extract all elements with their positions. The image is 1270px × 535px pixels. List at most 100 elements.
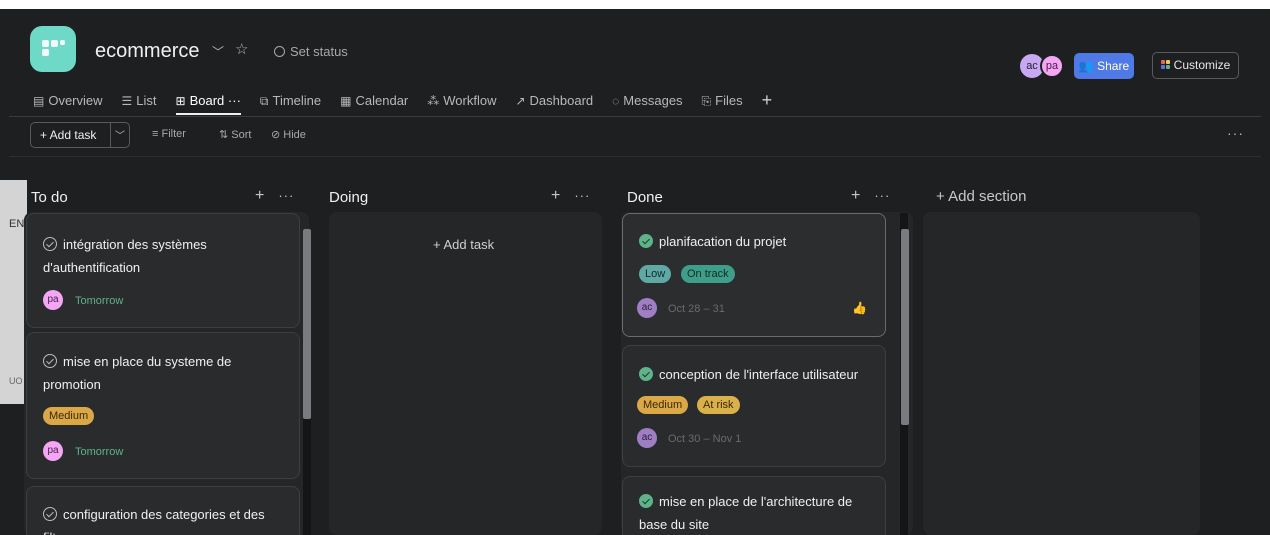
customize-button[interactable]: Customize <box>1152 52 1239 79</box>
filter-icon: ≡ <box>152 128 159 140</box>
due-date: Tomorrow <box>75 446 124 458</box>
sort-button[interactable]: ⇅ Sort <box>219 128 251 141</box>
sort-label: Sort <box>231 129 252 141</box>
check-circle-icon[interactable] <box>639 494 653 508</box>
column-more-icon[interactable]: ··· <box>874 188 890 203</box>
project-logo-icon[interactable] <box>30 26 76 72</box>
check-circle-icon[interactable] <box>43 237 57 251</box>
priority-tag[interactable]: Medium <box>43 407 95 425</box>
tab-label: Timeline <box>272 93 322 108</box>
task-title: mise en place du systeme de promotion <box>43 350 283 396</box>
task-card[interactable]: intégration des systèmes d'authentificat… <box>26 213 300 328</box>
tab-overview[interactable]: ▤ Overview <box>33 93 103 115</box>
task-title: conception de l'interface utilisateur <box>639 363 879 386</box>
app-window: ecommerce ﹀ ☆ Set status ac pa 👥 Share C… <box>0 9 1261 535</box>
scrollbar-done[interactable] <box>901 229 909 425</box>
tab-label: List <box>136 93 157 108</box>
task-title-text: mise en place de l'architecture de base … <box>639 494 853 532</box>
task-title-text: conception de l'interface utilisateur <box>659 367 859 382</box>
dashboard-icon: ↗ <box>515 94 526 108</box>
column-more-icon[interactable]: ··· <box>278 188 294 203</box>
due-date: Oct 30 – Nov 1 <box>668 433 742 445</box>
task-card[interactable]: planifacation du projet Low On track ac … <box>622 213 886 337</box>
add-task-plus-icon[interactable]: + <box>851 187 860 204</box>
priority-tag[interactable]: Medium <box>637 396 689 414</box>
task-title: mise en place de l'architecture de base … <box>639 490 879 535</box>
top-strip <box>0 0 1270 9</box>
hide-button[interactable]: ⊘ Hide <box>271 128 306 141</box>
check-circle-icon[interactable] <box>43 507 57 521</box>
tab-workflow[interactable]: ⁂ Workflow <box>427 93 496 115</box>
task-card[interactable]: mise en place de l'architecture de base … <box>622 476 886 535</box>
set-status-button[interactable]: Set status <box>274 44 348 59</box>
left-edge-strip: EN UO <box>0 180 27 404</box>
tab-messages[interactable]: ◌ Messages <box>612 93 682 115</box>
status-tag[interactable]: At risk <box>697 396 740 414</box>
due-date: Tomorrow <box>75 295 124 307</box>
set-status-label: Set status <box>290 44 348 59</box>
avatar[interactable]: pa <box>1040 54 1064 78</box>
project-title[interactable]: ecommerce <box>95 40 199 63</box>
task-card[interactable]: conception de l'interface utilisateur Me… <box>622 345 886 467</box>
tab-list[interactable]: ☰ List <box>122 93 157 115</box>
tab-calendar[interactable]: ▦ Calendar <box>340 93 408 115</box>
list-icon: ☰ <box>121 94 133 108</box>
files-icon: ⎘ <box>701 94 712 108</box>
tab-label: Calendar <box>355 93 409 108</box>
add-section-button[interactable]: + Add section <box>936 188 1026 205</box>
chevron-down-icon[interactable]: ﹀ <box>212 43 224 60</box>
thumbs-up-icon[interactable]: 👍 <box>852 301 867 315</box>
star-icon[interactable]: ☆ <box>235 40 248 58</box>
header-divider <box>9 116 1261 117</box>
tab-more-icon[interactable]: ··· <box>228 93 241 108</box>
task-title: planifacation du projet <box>639 230 879 253</box>
task-title-text: configuration des categories et des filt… <box>43 507 265 535</box>
column-title-todo[interactable]: To do <box>31 189 68 206</box>
more-options-icon[interactable]: ··· <box>1227 125 1244 141</box>
column-actions-todo: + ··· <box>255 187 294 205</box>
customize-grid-icon <box>1160 60 1171 70</box>
avatar[interactable]: pa <box>43 290 63 310</box>
eye-off-icon: ⊘ <box>271 129 281 141</box>
priority-tag[interactable]: Low <box>639 265 672 283</box>
add-tab-plus-icon[interactable]: + <box>762 91 773 115</box>
check-circle-icon[interactable] <box>639 367 653 381</box>
scrollbar-todo[interactable] <box>303 229 311 419</box>
status-tag[interactable]: On track <box>681 265 735 283</box>
workflow-icon: ⁂ <box>427 94 440 108</box>
tab-files[interactable]: ⎘ Files <box>702 93 743 115</box>
add-task-plus-icon[interactable]: + <box>255 187 264 204</box>
column-title-done[interactable]: Done <box>627 189 663 206</box>
doing-add-task-button[interactable]: + Add task <box>433 237 494 252</box>
avatar[interactable]: ac <box>637 428 657 448</box>
add-task-plus-icon[interactable]: + <box>551 187 560 204</box>
tab-dashboard[interactable]: ↗ Dashboard <box>515 93 593 115</box>
task-title: intégration des systèmes d'authentificat… <box>43 233 283 279</box>
column-new-section <box>923 212 1200 535</box>
avatar[interactable]: ac <box>637 298 657 318</box>
check-circle-icon[interactable] <box>43 354 57 368</box>
chevron-down-icon[interactable]: ﹀ <box>115 127 125 142</box>
avatar[interactable]: pa <box>43 441 63 461</box>
task-title-text: intégration des systèmes d'authentificat… <box>43 237 207 275</box>
tab-board[interactable]: ⊞ Board ··· <box>175 93 242 115</box>
add-task-button[interactable]: + Add task ﹀ <box>30 122 130 148</box>
tab-timeline[interactable]: ⧉ Timeline <box>260 93 321 115</box>
task-card[interactable]: configuration des categories et des filt… <box>26 486 300 535</box>
column-title-doing[interactable]: Doing <box>329 189 368 206</box>
people-icon: 👥 <box>1078 59 1094 73</box>
toolbar-divider <box>9 156 1261 157</box>
task-title-text: planifacation du projet <box>659 234 787 249</box>
share-label: Share <box>1097 59 1130 73</box>
tab-label: Workflow <box>443 93 497 108</box>
share-button[interactable]: 👥 Share <box>1074 53 1134 79</box>
task-card[interactable]: mise en place du systeme de promotion Me… <box>26 332 300 479</box>
filter-button[interactable]: ≡ Filter <box>152 128 186 140</box>
tab-label: Overview <box>48 93 103 108</box>
project-tabs: ▤ Overview ☰ List ⊞ Board ··· ⧉ Timeline ▦ Ca… <box>33 91 791 115</box>
tab-label: Dashboard <box>529 93 594 108</box>
overview-icon: ▤ <box>33 94 45 108</box>
column-more-icon[interactable]: ··· <box>574 188 590 203</box>
check-circle-icon[interactable] <box>639 234 653 248</box>
task-title: configuration des categories et des filt… <box>43 503 283 535</box>
